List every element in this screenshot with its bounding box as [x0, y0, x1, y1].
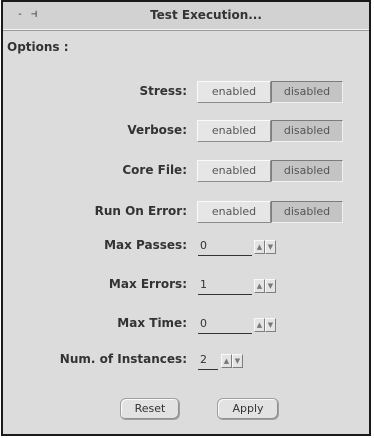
title-bar: - ⊣ Test Execution... — [3, 2, 369, 31]
max-time-down-icon[interactable]: ▼ — [265, 318, 276, 332]
max-errors-stepper: ▲ ▼ — [254, 279, 276, 293]
verbose-enabled-option[interactable]: enabled — [197, 120, 271, 142]
max-passes-down-icon[interactable]: ▼ — [265, 240, 276, 254]
run-on-error-disabled-option[interactable]: disabled — [271, 201, 343, 223]
run-on-error-enabled-option[interactable]: enabled — [197, 201, 271, 223]
num-instances-up-icon[interactable]: ▲ — [221, 354, 232, 368]
stress-disabled-option[interactable]: disabled — [271, 81, 343, 103]
stress-label: Stress: — [139, 84, 187, 98]
max-errors-field[interactable]: 1 — [198, 277, 252, 295]
window-title: Test Execution... — [150, 8, 262, 22]
stress-enabled-option[interactable]: enabled — [197, 81, 271, 103]
max-time-label: Max Time: — [117, 316, 187, 330]
max-time-field[interactable]: 0 — [198, 316, 252, 334]
stress-toggle: enabled disabled — [197, 81, 343, 103]
apply-button[interactable]: Apply — [217, 398, 279, 420]
verbose-toggle: enabled disabled — [197, 120, 343, 142]
max-time-stepper: ▲ ▼ — [254, 318, 276, 332]
max-errors-label: Max Errors: — [108, 277, 187, 291]
verbose-disabled-option[interactable]: disabled — [271, 120, 343, 142]
run-on-error-toggle: enabled disabled — [197, 201, 343, 223]
num-instances-stepper: ▲ ▼ — [221, 354, 243, 368]
options-heading: Options : — [7, 40, 69, 54]
core-file-toggle: enabled disabled — [197, 160, 343, 182]
max-passes-up-icon[interactable]: ▲ — [254, 240, 265, 254]
core-file-enabled-option[interactable]: enabled — [197, 160, 271, 182]
num-instances-field[interactable]: 2 — [198, 352, 218, 370]
max-errors-up-icon[interactable]: ▲ — [254, 279, 265, 293]
num-instances-down-icon[interactable]: ▼ — [232, 354, 243, 368]
max-time-up-icon[interactable]: ▲ — [254, 318, 265, 332]
run-on-error-label: Run On Error: — [94, 204, 187, 218]
num-instances-label: Num. of Instances: — [59, 352, 187, 366]
verbose-label: Verbose: — [127, 123, 187, 137]
test-execution-window: - ⊣ Test Execution... Options : Stress: … — [1, 0, 371, 436]
max-passes-field[interactable]: 0 — [198, 238, 252, 256]
reset-button[interactable]: Reset — [120, 398, 180, 420]
max-passes-stepper: ▲ ▼ — [254, 240, 276, 254]
core-file-disabled-option[interactable]: disabled — [271, 160, 343, 182]
core-file-label: Core File: — [122, 163, 187, 177]
max-passes-label: Max Passes: — [104, 238, 187, 252]
max-errors-down-icon[interactable]: ▼ — [265, 279, 276, 293]
